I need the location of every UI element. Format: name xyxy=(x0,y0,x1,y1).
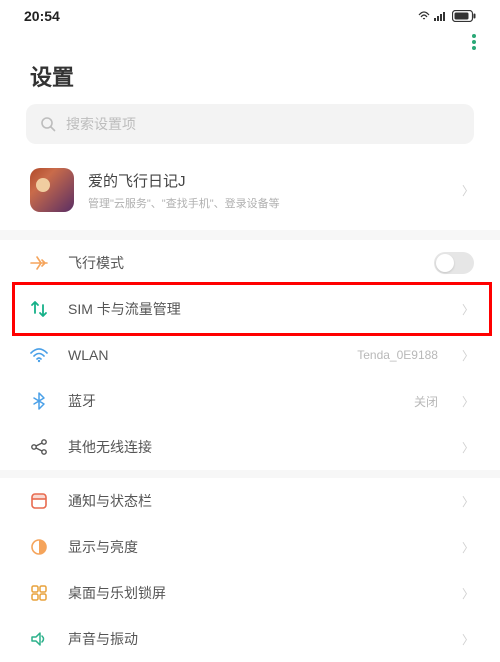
row-label: 其他无线连接 xyxy=(68,437,444,457)
brightness-icon xyxy=(28,536,50,558)
row-desktop-lockscreen[interactable]: 桌面与乐划锁屏 〉 xyxy=(0,570,500,616)
chevron-right-icon: 〉 xyxy=(462,393,474,410)
wifi-icon xyxy=(28,344,50,366)
row-label: 显示与亮度 xyxy=(68,537,444,557)
row-notifications[interactable]: 通知与状态栏 〉 xyxy=(0,478,500,524)
airplane-toggle[interactable] xyxy=(434,252,474,274)
row-bluetooth[interactable]: 蓝牙 关闭 〉 xyxy=(0,378,500,424)
more-options-icon[interactable] xyxy=(472,34,476,50)
signal-icon xyxy=(434,11,448,21)
sound-icon xyxy=(28,628,50,650)
status-time: 20:54 xyxy=(24,8,60,24)
profile-name: 爱的飞行日记J xyxy=(88,170,448,191)
airplane-icon xyxy=(28,252,50,274)
search-icon xyxy=(40,116,56,132)
row-value: Tenda_0E9188 xyxy=(357,348,438,362)
row-airplane-mode[interactable]: 飞行模式 xyxy=(0,240,500,286)
settings-list: 飞行模式 SIM 卡与流量管理 〉 WLAN Tenda_0E9188 〉 蓝牙… xyxy=(0,240,500,662)
row-label: SIM 卡与流量管理 xyxy=(68,299,444,319)
row-label: WLAN xyxy=(68,347,339,363)
chevron-right-icon: 〉 xyxy=(462,347,474,364)
chevron-right-icon: 〉 xyxy=(462,493,474,510)
chevron-right-icon: 〉 xyxy=(462,585,474,602)
row-other-wireless[interactable]: 其他无线连接 〉 xyxy=(0,424,500,470)
row-label: 桌面与乐划锁屏 xyxy=(68,583,444,603)
avatar xyxy=(30,168,74,212)
row-value: 关闭 xyxy=(414,393,438,410)
chevron-right-icon: 〉 xyxy=(462,439,474,456)
search-placeholder: 搜索设置项 xyxy=(66,114,136,134)
page-title: 设置 xyxy=(0,50,500,104)
row-wlan[interactable]: WLAN Tenda_0E9188 〉 xyxy=(0,332,500,378)
row-label: 声音与振动 xyxy=(68,629,444,649)
row-display[interactable]: 显示与亮度 〉 xyxy=(0,524,500,570)
chevron-right-icon: 〉 xyxy=(462,539,474,556)
chevron-right-icon: 〉 xyxy=(462,182,474,199)
connection-icon xyxy=(28,436,50,458)
row-label: 蓝牙 xyxy=(68,391,396,411)
profile-subtitle: 管理"云服务"、"查找手机"、登录设备等 xyxy=(88,195,448,211)
notification-bar-icon xyxy=(28,490,50,512)
wifi-small-icon xyxy=(418,11,430,21)
row-sim-card[interactable]: SIM 卡与流量管理 〉 xyxy=(0,286,500,332)
row-label: 飞行模式 xyxy=(68,253,416,273)
grid-icon xyxy=(28,582,50,604)
bluetooth-icon xyxy=(28,390,50,412)
row-sound[interactable]: 声音与振动 〉 xyxy=(0,616,500,662)
sim-data-icon xyxy=(28,298,50,320)
search-input[interactable]: 搜索设置项 xyxy=(26,104,474,144)
chevron-right-icon: 〉 xyxy=(462,301,474,318)
row-label: 通知与状态栏 xyxy=(68,491,444,511)
battery-icon xyxy=(452,10,476,22)
profile-row[interactable]: 爱的飞行日记J 管理"云服务"、"查找手机"、登录设备等 〉 xyxy=(0,158,500,230)
chevron-right-icon: 〉 xyxy=(462,631,474,648)
status-bar: 20:54 xyxy=(0,0,500,28)
status-icons xyxy=(418,10,476,22)
